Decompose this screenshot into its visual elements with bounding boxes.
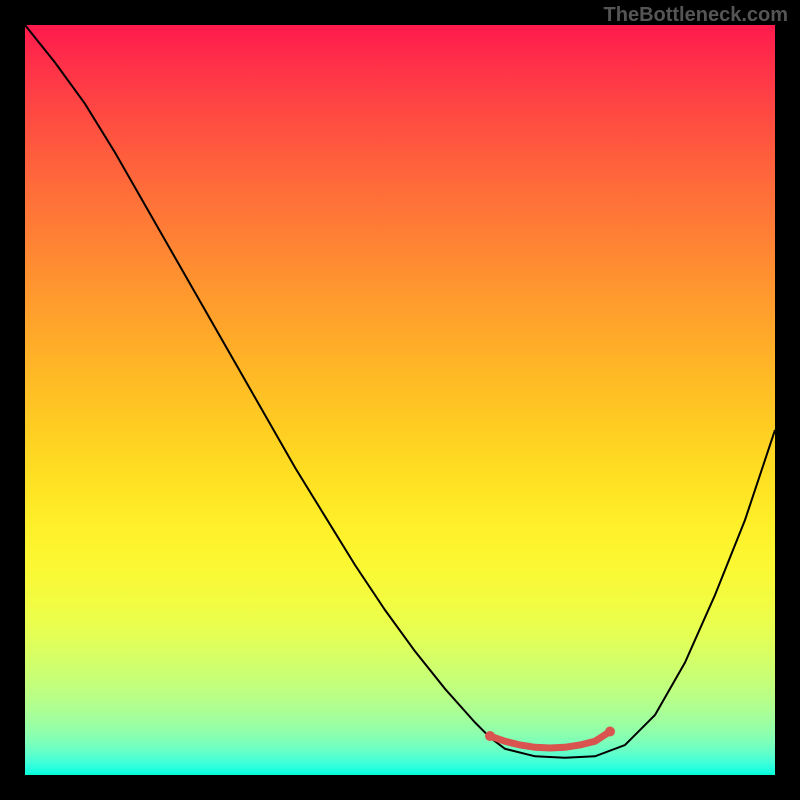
- chart-svg: [25, 25, 775, 775]
- bottleneck-curve: [25, 25, 775, 758]
- marker-right-dot: [605, 727, 615, 737]
- marker-left-dot: [485, 731, 495, 741]
- watermark-text: TheBottleneck.com: [604, 4, 788, 27]
- chart-plot-area: [25, 25, 775, 775]
- optimal-range-marker: [490, 732, 610, 749]
